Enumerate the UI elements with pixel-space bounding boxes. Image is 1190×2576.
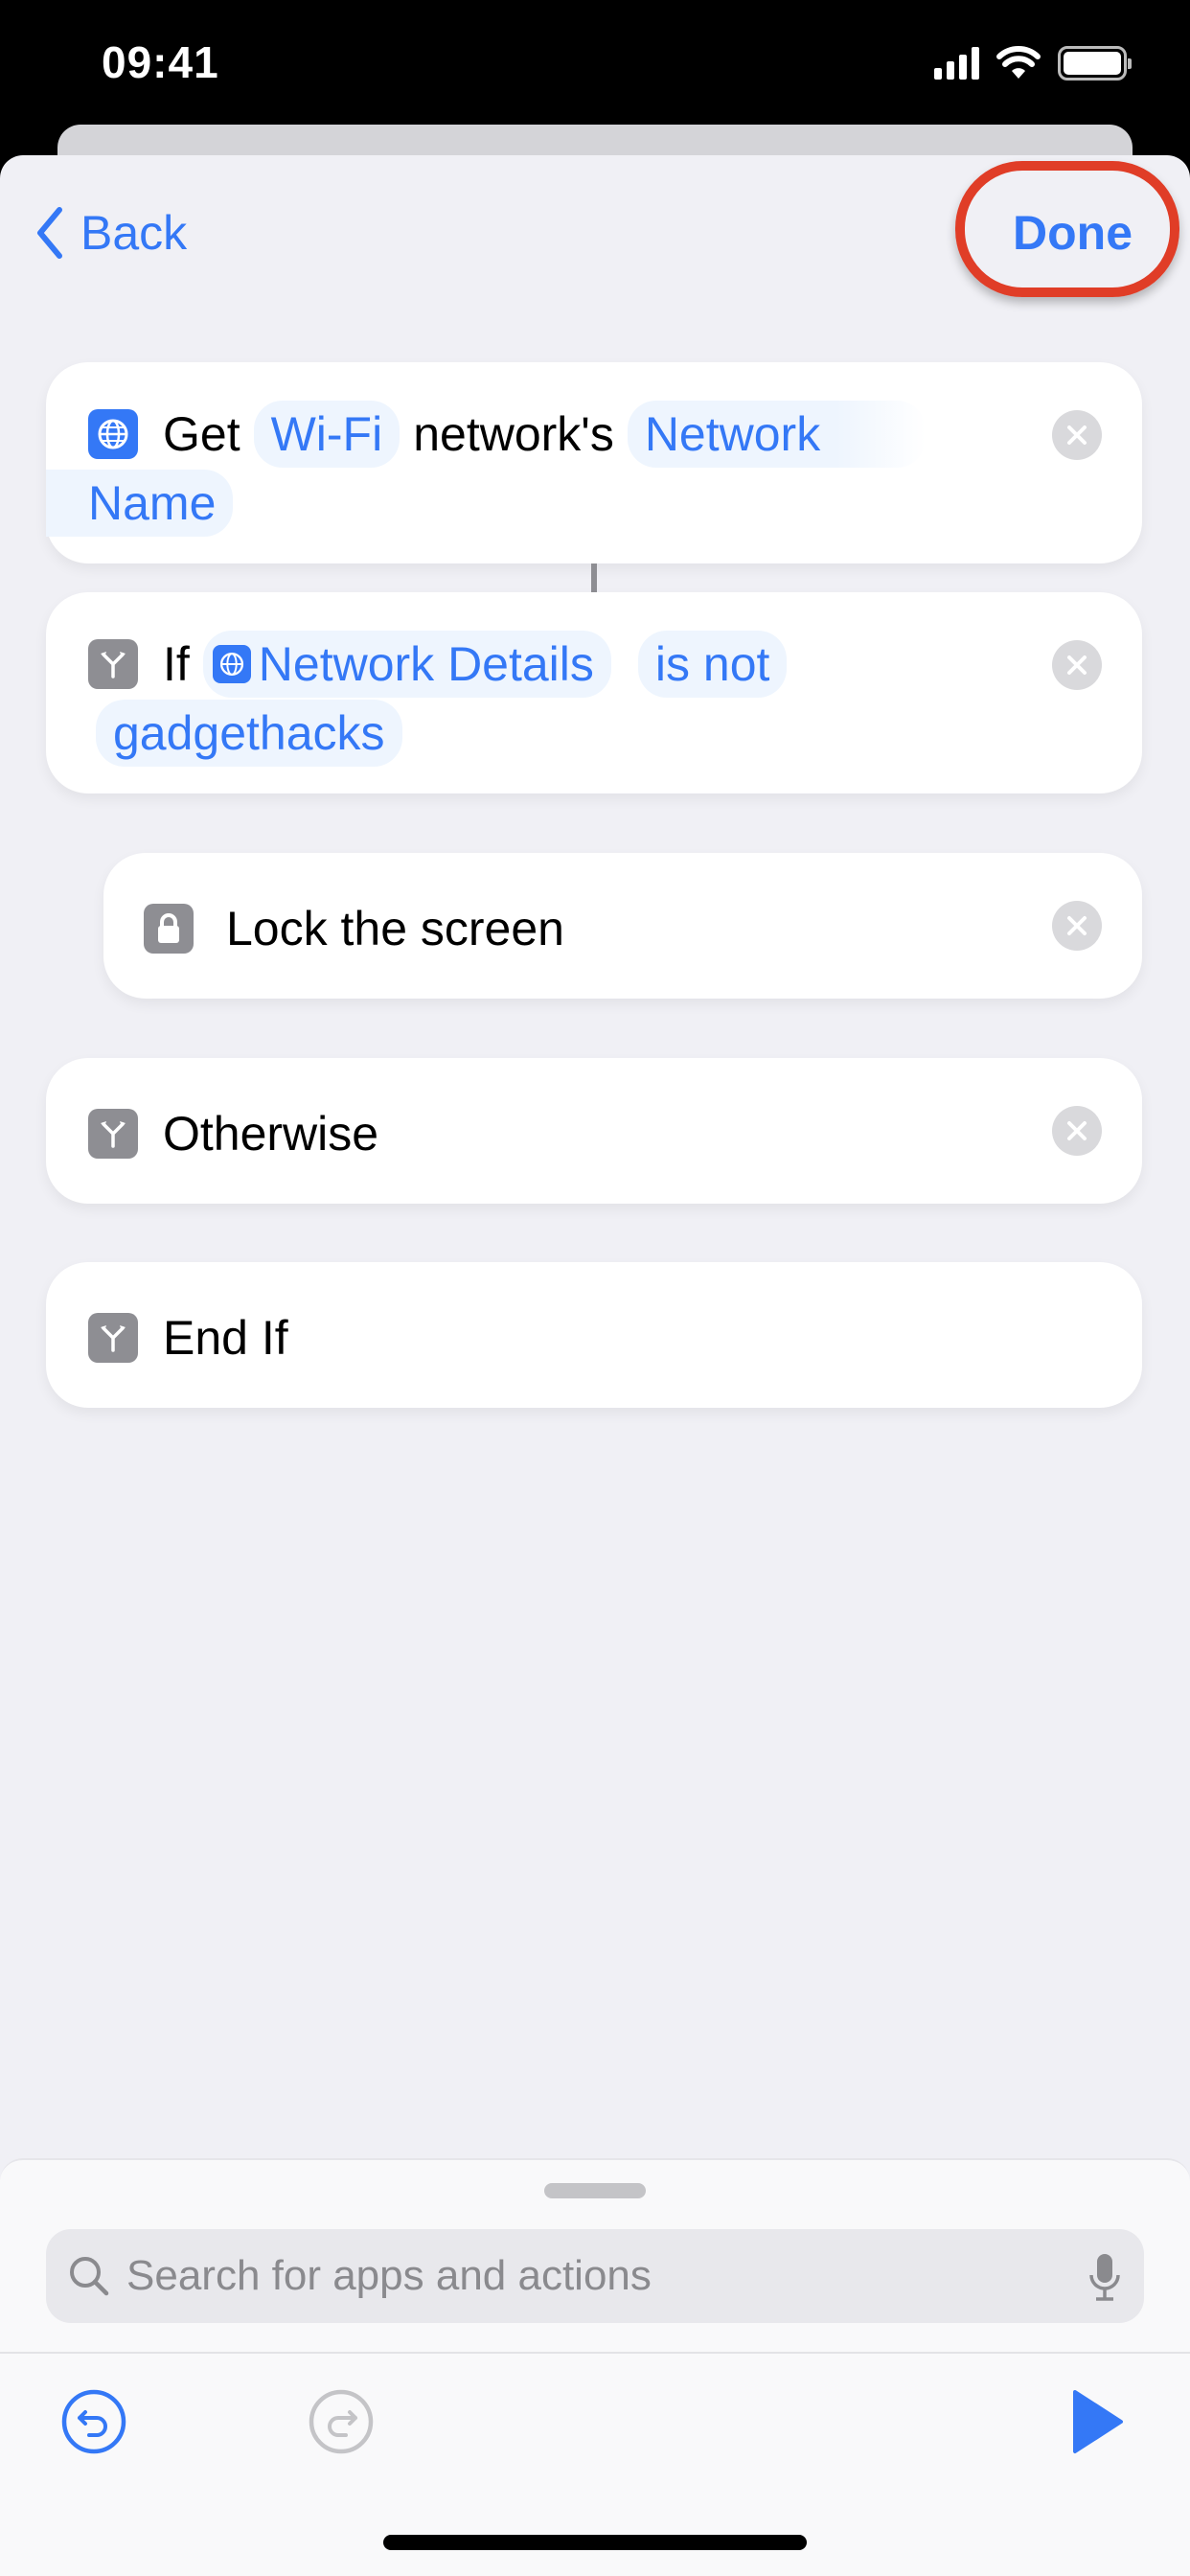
status-time: 09:41 [102,37,219,87]
branch-icon [88,1313,138,1363]
chevron-left-icon [37,207,62,259]
lock-icon [144,904,194,954]
action-label: End If [163,1311,288,1365]
status-icons [934,46,1132,80]
action-card-otherwise[interactable]: Otherwise [46,1058,1142,1204]
action-text-get: Get [163,407,240,461]
token-condition[interactable]: is not [637,631,788,698]
close-icon [1067,1121,1087,1140]
action-card-end-if[interactable]: End If [46,1262,1142,1408]
action-search-panel [0,2158,1190,2576]
action-card-if[interactable]: If Network Details is not gadgethacks [46,592,1142,794]
branch-icon [88,639,138,689]
redo-button[interactable] [308,2388,375,2455]
globe-icon [88,409,138,459]
globe-icon [212,645,251,683]
nav-bar: Back Done [0,155,1190,318]
status-bar: 09:41 [0,0,1190,125]
panel-grabber[interactable] [544,2183,646,2198]
search-input[interactable] [126,2252,1046,2300]
search-icon [70,2257,109,2296]
back-label: Back [80,206,188,260]
back-button[interactable]: Back [34,205,187,261]
remove-action-button[interactable] [1052,901,1102,951]
panel-divider [0,2352,1190,2354]
close-icon [1067,656,1087,675]
microphone-icon[interactable] [1088,2252,1121,2302]
action-text-if: If [163,637,190,691]
action-card-lock-screen[interactable]: Lock the screen [103,853,1142,999]
home-indicator[interactable] [383,2535,807,2550]
variable-network-details[interactable]: Network Details [202,631,611,698]
branch-icon [88,1109,138,1159]
close-icon [1067,426,1087,445]
done-button[interactable]: Done [1013,205,1133,261]
undo-icon [61,2389,126,2454]
remove-action-button[interactable] [1052,640,1102,690]
wifi-icon [996,46,1041,79]
cellular-signal-icon [934,47,979,80]
variable-label: Network Details [258,637,594,691]
run-shortcut-button[interactable] [1071,2388,1125,2455]
search-field[interactable] [46,2229,1144,2323]
token-network-detail-first-line[interactable]: Network [627,401,927,468]
close-icon [1067,916,1087,935]
undo-button[interactable] [60,2388,127,2455]
shortcut-editor-sheet: Back Done Get Wi-Fi network's Network Na… [0,155,1190,2576]
action-connector [591,564,597,592]
redo-icon [309,2389,374,2454]
action-label: Otherwise [163,1107,379,1161]
token-network-type[interactable]: Wi-Fi [253,401,400,468]
token-comparison-value[interactable]: gadgethacks [96,700,402,767]
action-label: Lock the screen [226,902,564,955]
remove-action-button[interactable] [1052,1106,1102,1156]
battery-icon [1058,46,1132,80]
action-text-networks: network's [413,407,614,461]
action-card-get-network-details[interactable]: Get Wi-Fi network's Network Name [46,362,1142,564]
play-icon [1073,2390,1123,2453]
token-network-detail[interactable]: Name [46,470,234,537]
remove-action-button[interactable] [1052,410,1102,460]
